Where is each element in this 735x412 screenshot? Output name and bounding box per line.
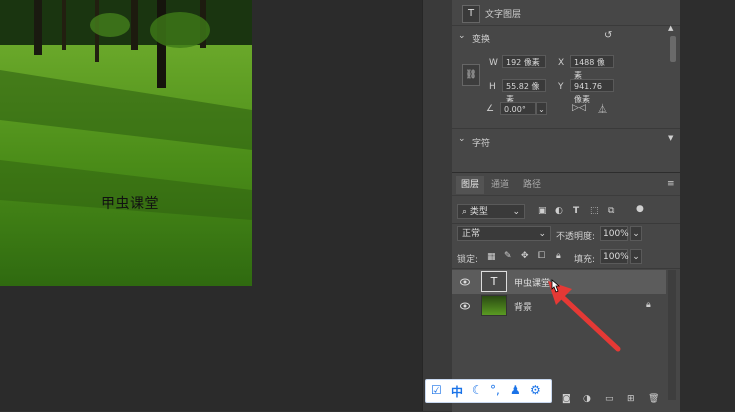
- park-photo: [0, 0, 252, 286]
- ime-toolbar[interactable]: ☑ 中 ☾ °, ♟ ⚙: [425, 379, 552, 403]
- fill-input[interactable]: 100%: [600, 249, 629, 264]
- canvas-image[interactable]: 甲虫课堂: [0, 0, 252, 286]
- fill-label: 填充:: [574, 255, 596, 265]
- filter-kind-dropdown[interactable]: ⌕ 类型 ⌄: [457, 204, 525, 219]
- canvas-text-layer[interactable]: 甲虫课堂: [101, 193, 159, 213]
- angle-icon: ∠: [486, 104, 495, 114]
- chevron-down-icon[interactable]: ⌄: [458, 31, 466, 41]
- tab-paths[interactable]: 路径: [518, 176, 546, 194]
- lock-transparent-icon[interactable]: ▦: [487, 252, 496, 262]
- scroll-up-icon[interactable]: ▲: [668, 24, 673, 32]
- filter-smart-object-icon[interactable]: ⧉: [608, 206, 614, 216]
- character-section-title[interactable]: 字符: [472, 136, 490, 149]
- new-layer-icon[interactable]: ⊞: [627, 394, 635, 404]
- text-layer-icon: T: [462, 5, 480, 23]
- link-dimensions-icon[interactable]: ⛓: [462, 64, 480, 86]
- moon-icon[interactable]: ☾: [472, 383, 483, 397]
- width-input[interactable]: 192 像素: [502, 55, 546, 68]
- visibility-eye-icon[interactable]: [460, 277, 470, 287]
- ime-mode-label[interactable]: 中: [451, 383, 463, 400]
- visibility-eye-icon[interactable]: [460, 301, 470, 311]
- transform-section-title[interactable]: 变换: [472, 32, 490, 45]
- blend-mode-value: 正常: [462, 229, 481, 239]
- right-dock-strip: [680, 0, 735, 411]
- chevron-down-icon: ⌄: [538, 229, 546, 239]
- adjustment-icon[interactable]: ◑: [583, 394, 591, 404]
- image-layer-thumbnail: [481, 295, 507, 316]
- x-label: X: [558, 58, 565, 68]
- group-icon[interactable]: ▭: [605, 394, 614, 404]
- user-icon[interactable]: ♟: [510, 383, 521, 397]
- trash-icon[interactable]: 🗑︎: [648, 394, 659, 404]
- lock-pixels-icon[interactable]: ✎: [504, 251, 512, 261]
- layer-kind-label: 文字图层: [485, 10, 522, 20]
- reset-icon[interactable]: ↺: [604, 30, 612, 41]
- opacity-input[interactable]: 100%: [600, 226, 629, 241]
- divider: [452, 25, 680, 26]
- search-icon: ⌕: [462, 207, 468, 217]
- chevron-down-icon[interactable]: ⌄: [458, 134, 466, 144]
- layers-scrollbar[interactable]: [668, 270, 676, 400]
- filter-adjustment-icon[interactable]: ◐: [555, 206, 563, 216]
- flip-horizontal-icon[interactable]: ▷◁: [572, 103, 586, 113]
- properties-panel: T 文字图层 ⌄ 变换 ↺ ⛓ W 192 像素 X 1488 像素 H 55.…: [452, 0, 680, 172]
- punct-icon[interactable]: °,: [490, 383, 500, 397]
- opacity-dropdown[interactable]: ⌄: [630, 226, 642, 241]
- filter-kind-label: 类型: [469, 207, 488, 217]
- height-label: H: [489, 82, 496, 92]
- divider: [452, 268, 680, 269]
- height-input[interactable]: 55.82 像素: [502, 79, 546, 104]
- panel-menu-icon[interactable]: ≡: [667, 179, 675, 189]
- divider: [452, 195, 680, 196]
- lock-all-icon[interactable]: 🔒︎: [556, 251, 561, 261]
- y-label: Y: [558, 82, 564, 92]
- scrollbar-thumb[interactable]: [670, 36, 676, 62]
- lock-icon: 🔒︎: [646, 300, 651, 310]
- mask-icon[interactable]: ◙: [562, 394, 571, 404]
- check-icon[interactable]: ☑: [431, 383, 442, 397]
- scroll-down-icon[interactable]: ▼: [668, 134, 673, 142]
- y-input[interactable]: 941.76 像素: [570, 79, 614, 104]
- angle-dropdown[interactable]: ⌄: [536, 102, 547, 115]
- lock-position-icon[interactable]: ✥: [521, 251, 529, 261]
- gear-icon[interactable]: ⚙: [530, 383, 541, 397]
- blend-mode-dropdown[interactable]: 正常 ⌄: [457, 226, 551, 241]
- divider: [452, 128, 680, 129]
- flip-vertical-icon[interactable]: ⏅: [598, 102, 607, 115]
- opacity-label: 不透明度:: [556, 232, 596, 242]
- text-layer-thumbnail: T: [481, 271, 507, 292]
- lock-artboard-icon[interactable]: ⧠: [538, 251, 545, 261]
- filter-pixel-icon[interactable]: ▣: [538, 206, 547, 216]
- divider: [452, 223, 680, 224]
- angle-input[interactable]: 0.00°: [500, 102, 536, 115]
- tab-layers[interactable]: 图层: [456, 176, 485, 194]
- fill-dropdown[interactable]: ⌄: [630, 249, 642, 264]
- panel-gutter: [422, 0, 453, 411]
- mouse-cursor: [551, 279, 561, 293]
- x-input[interactable]: 1488 像素: [570, 55, 614, 80]
- filter-type-icon[interactable]: T: [573, 206, 579, 216]
- filter-shape-icon[interactable]: ⬚: [590, 206, 599, 216]
- layer-name[interactable]: 背景: [514, 300, 532, 313]
- tab-channels[interactable]: 通道: [486, 176, 514, 194]
- lock-label: 锁定:: [457, 255, 479, 265]
- chevron-down-icon: ⌄: [512, 207, 520, 217]
- width-label: W: [489, 58, 498, 68]
- filter-toggle-icon[interactable]: ●: [636, 204, 644, 214]
